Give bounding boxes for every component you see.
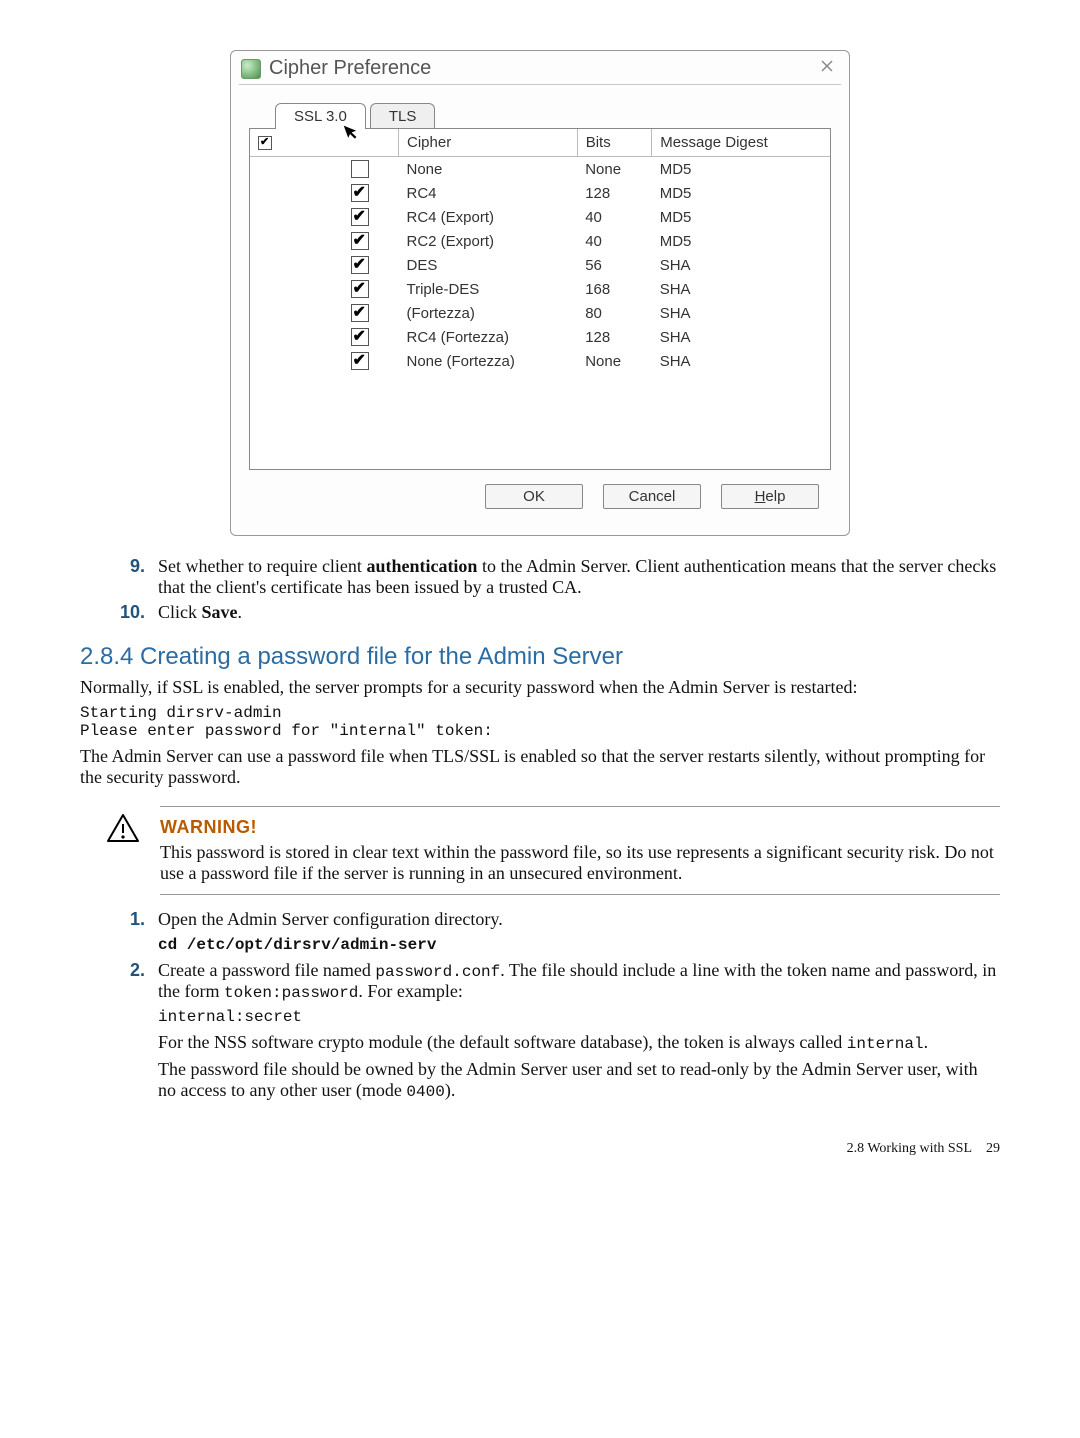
step1-command: cd /etc/opt/dirsrv/admin-serv (158, 936, 1000, 954)
section-heading: 2.8.4 Creating a password file for the A… (80, 643, 1000, 671)
table-row: Triple-DES168SHA (250, 277, 830, 301)
cell-bits: None (577, 349, 652, 373)
row-checkbox[interactable] (351, 328, 369, 346)
cell-bits: 80 (577, 301, 652, 325)
warning-icon (106, 813, 140, 843)
cell-cipher: Triple-DES (399, 277, 578, 301)
table-row: (Fortezza)80SHA (250, 301, 830, 325)
close-icon[interactable] (815, 58, 839, 79)
table-row: None (Fortezza)NoneSHA (250, 349, 830, 373)
step-9: Set whether to require client authentica… (150, 556, 1000, 598)
row-checkbox[interactable] (351, 184, 369, 202)
cell-bits: 56 (577, 253, 652, 277)
cell-digest: SHA (652, 253, 830, 277)
cell-cipher: RC4 (399, 181, 578, 205)
cell-cipher: DES (399, 253, 578, 277)
tab-tls[interactable]: TLS (370, 103, 436, 129)
cipher-table-panel: Cipher Bits Message Digest NoneNoneMD5RC… (249, 128, 831, 470)
step-1: Open the Admin Server configuration dire… (150, 909, 1000, 954)
cell-cipher: (Fortezza) (399, 301, 578, 325)
table-header-row: Cipher Bits Message Digest (250, 129, 830, 157)
cell-bits: None (577, 157, 652, 182)
row-checkbox[interactable] (351, 160, 369, 178)
warning-title: WARNING! (160, 817, 1000, 838)
cell-cipher: None (Fortezza) (399, 349, 578, 373)
table-row: DES56SHA (250, 253, 830, 277)
cell-cipher: RC4 (Fortezza) (399, 325, 578, 349)
select-all-checkbox[interactable] (258, 136, 272, 150)
step2-example: internal:secret (158, 1008, 1000, 1026)
para-explain: The Admin Server can use a password file… (80, 746, 1000, 788)
cancel-button[interactable]: Cancel (603, 484, 701, 509)
table-row: RC4 (Export)40MD5 (250, 205, 830, 229)
steps-1-2: Open the Admin Server configuration dire… (80, 909, 1000, 1101)
cell-cipher: None (399, 157, 578, 182)
row-checkbox[interactable] (351, 304, 369, 322)
help-button[interactable]: Help (721, 484, 819, 509)
row-checkbox[interactable] (351, 208, 369, 226)
cell-digest: SHA (652, 301, 830, 325)
tab-ssl30[interactable]: SSL 3.0 (275, 103, 366, 129)
cell-cipher: RC4 (Export) (399, 205, 578, 229)
cipher-preference-dialog: Cipher Preference SSL 3.0 TLS (230, 50, 850, 536)
cell-digest: SHA (652, 277, 830, 301)
app-icon (241, 59, 261, 79)
table-row: RC4128MD5 (250, 181, 830, 205)
warning-block: WARNING! This password is stored in clea… (160, 806, 1000, 895)
code-prompt: Starting dirsrv-admin Please enter passw… (80, 704, 1000, 740)
cell-digest: SHA (652, 349, 830, 373)
cell-cipher: RC2 (Export) (399, 229, 578, 253)
para-intro: Normally, if SSL is enabled, the server … (80, 677, 1000, 698)
table-row: RC2 (Export)40MD5 (250, 229, 830, 253)
row-checkbox[interactable] (351, 280, 369, 298)
row-checkbox[interactable] (351, 232, 369, 250)
cell-digest: MD5 (652, 205, 830, 229)
cell-bits: 40 (577, 205, 652, 229)
cell-bits: 128 (577, 325, 652, 349)
step-2: Create a password file named password.co… (150, 960, 1000, 1101)
warning-text: This password is stored in clear text wi… (160, 842, 1000, 884)
cell-digest: MD5 (652, 229, 830, 253)
cell-digest: MD5 (652, 157, 830, 182)
step-10: Click Save. (150, 602, 1000, 623)
cell-bits: 40 (577, 229, 652, 253)
cell-digest: SHA (652, 325, 830, 349)
row-checkbox[interactable] (351, 256, 369, 274)
table-row: RC4 (Fortezza)128SHA (250, 325, 830, 349)
page-footer: 2.8 Working with SSL 29 (80, 1141, 1000, 1157)
cell-bits: 168 (577, 277, 652, 301)
table-row: NoneNoneMD5 (250, 157, 830, 182)
steps-9-10: Set whether to require client authentica… (80, 556, 1000, 623)
ok-button[interactable]: OK (485, 484, 583, 509)
cell-digest: MD5 (652, 181, 830, 205)
cell-bits: 128 (577, 181, 652, 205)
row-checkbox[interactable] (351, 352, 369, 370)
dialog-title: Cipher Preference (269, 57, 815, 80)
